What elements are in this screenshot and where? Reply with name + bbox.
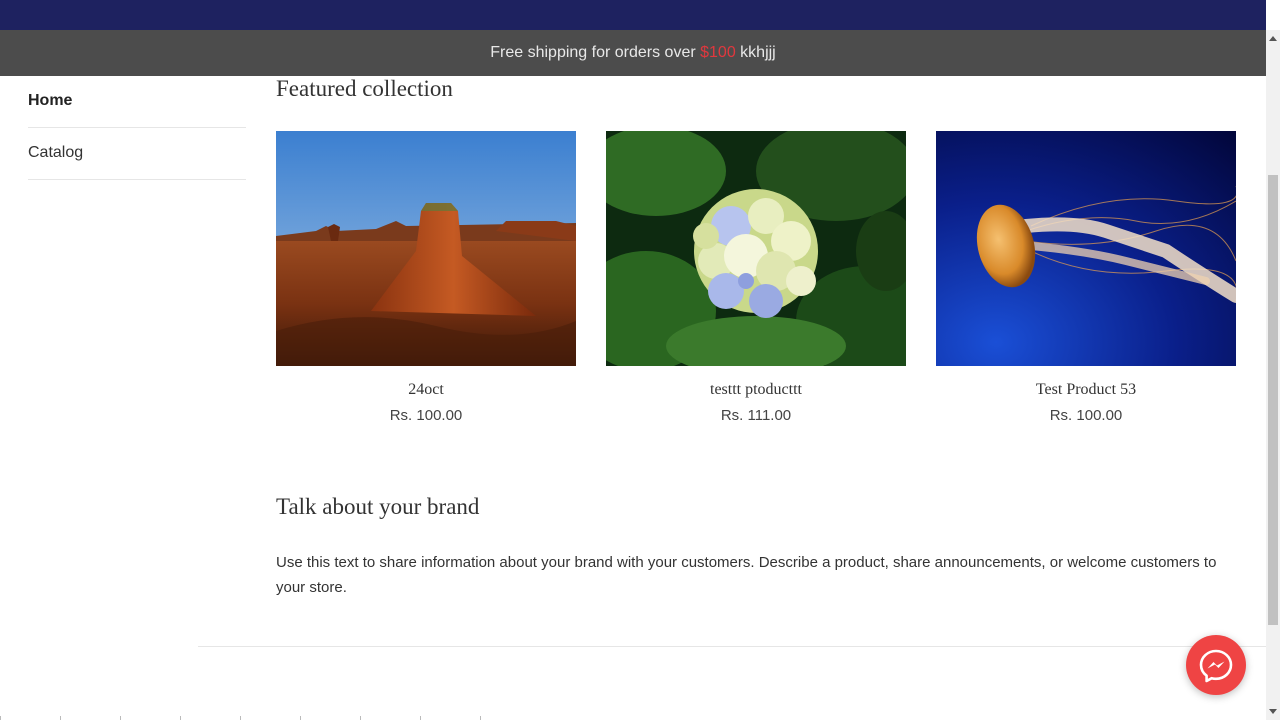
product-card[interactable]: testtt ptoducttt Rs. 111.00	[606, 131, 906, 424]
footer-divider	[198, 646, 1266, 647]
jellyfish-image[interactable]	[936, 131, 1236, 366]
sidebar-item-home[interactable]: Home	[28, 76, 246, 128]
product-price: Rs. 111.00	[720, 407, 792, 424]
announcement-prefix: Free shipping for orders over	[490, 44, 701, 61]
messenger-icon	[1199, 649, 1233, 683]
product-card[interactable]: 24oct Rs. 100.00	[276, 131, 576, 424]
product-price: Rs. 100.00	[1049, 407, 1123, 424]
hydrangea-flower-image[interactable]	[606, 131, 906, 366]
page-scrollbar[interactable]	[1266, 30, 1280, 720]
product-title[interactable]: testtt ptoducttt	[606, 381, 906, 399]
announcement-bar: Free shipping for orders over $100 kkhjj…	[0, 30, 1266, 76]
product-price: Rs. 100.00	[389, 407, 463, 424]
announcement-suffix: kkhjjj	[735, 44, 776, 61]
product-card[interactable]: Test Product 53 Rs. 100.00	[936, 131, 1236, 424]
brand-section-title: Talk about your brand	[276, 494, 480, 519]
sidebar-item-catalog[interactable]: Catalog	[28, 128, 246, 180]
brand-section-text: Use this text to share information about…	[276, 554, 1217, 596]
announcement-price: $100	[700, 44, 736, 61]
scroll-up-arrow-icon[interactable]	[1269, 36, 1277, 41]
bottom-window-edge	[0, 716, 500, 720]
sidebar-nav: Home Catalog	[28, 76, 246, 180]
product-title[interactable]: Test Product 53	[936, 381, 1236, 399]
messenger-chat-button[interactable]	[1186, 635, 1246, 695]
featured-collection-title: Featured collection	[276, 76, 453, 101]
scrollbar-thumb[interactable]	[1268, 175, 1278, 625]
scroll-down-arrow-icon[interactable]	[1269, 709, 1277, 714]
product-grid: 24oct Rs. 100.00 testtt ptoducttt Rs. 11…	[276, 131, 1236, 431]
product-title[interactable]: 24oct	[276, 381, 576, 399]
site-header-bar	[0, 0, 1266, 30]
desert-mesa-image[interactable]	[276, 131, 576, 366]
